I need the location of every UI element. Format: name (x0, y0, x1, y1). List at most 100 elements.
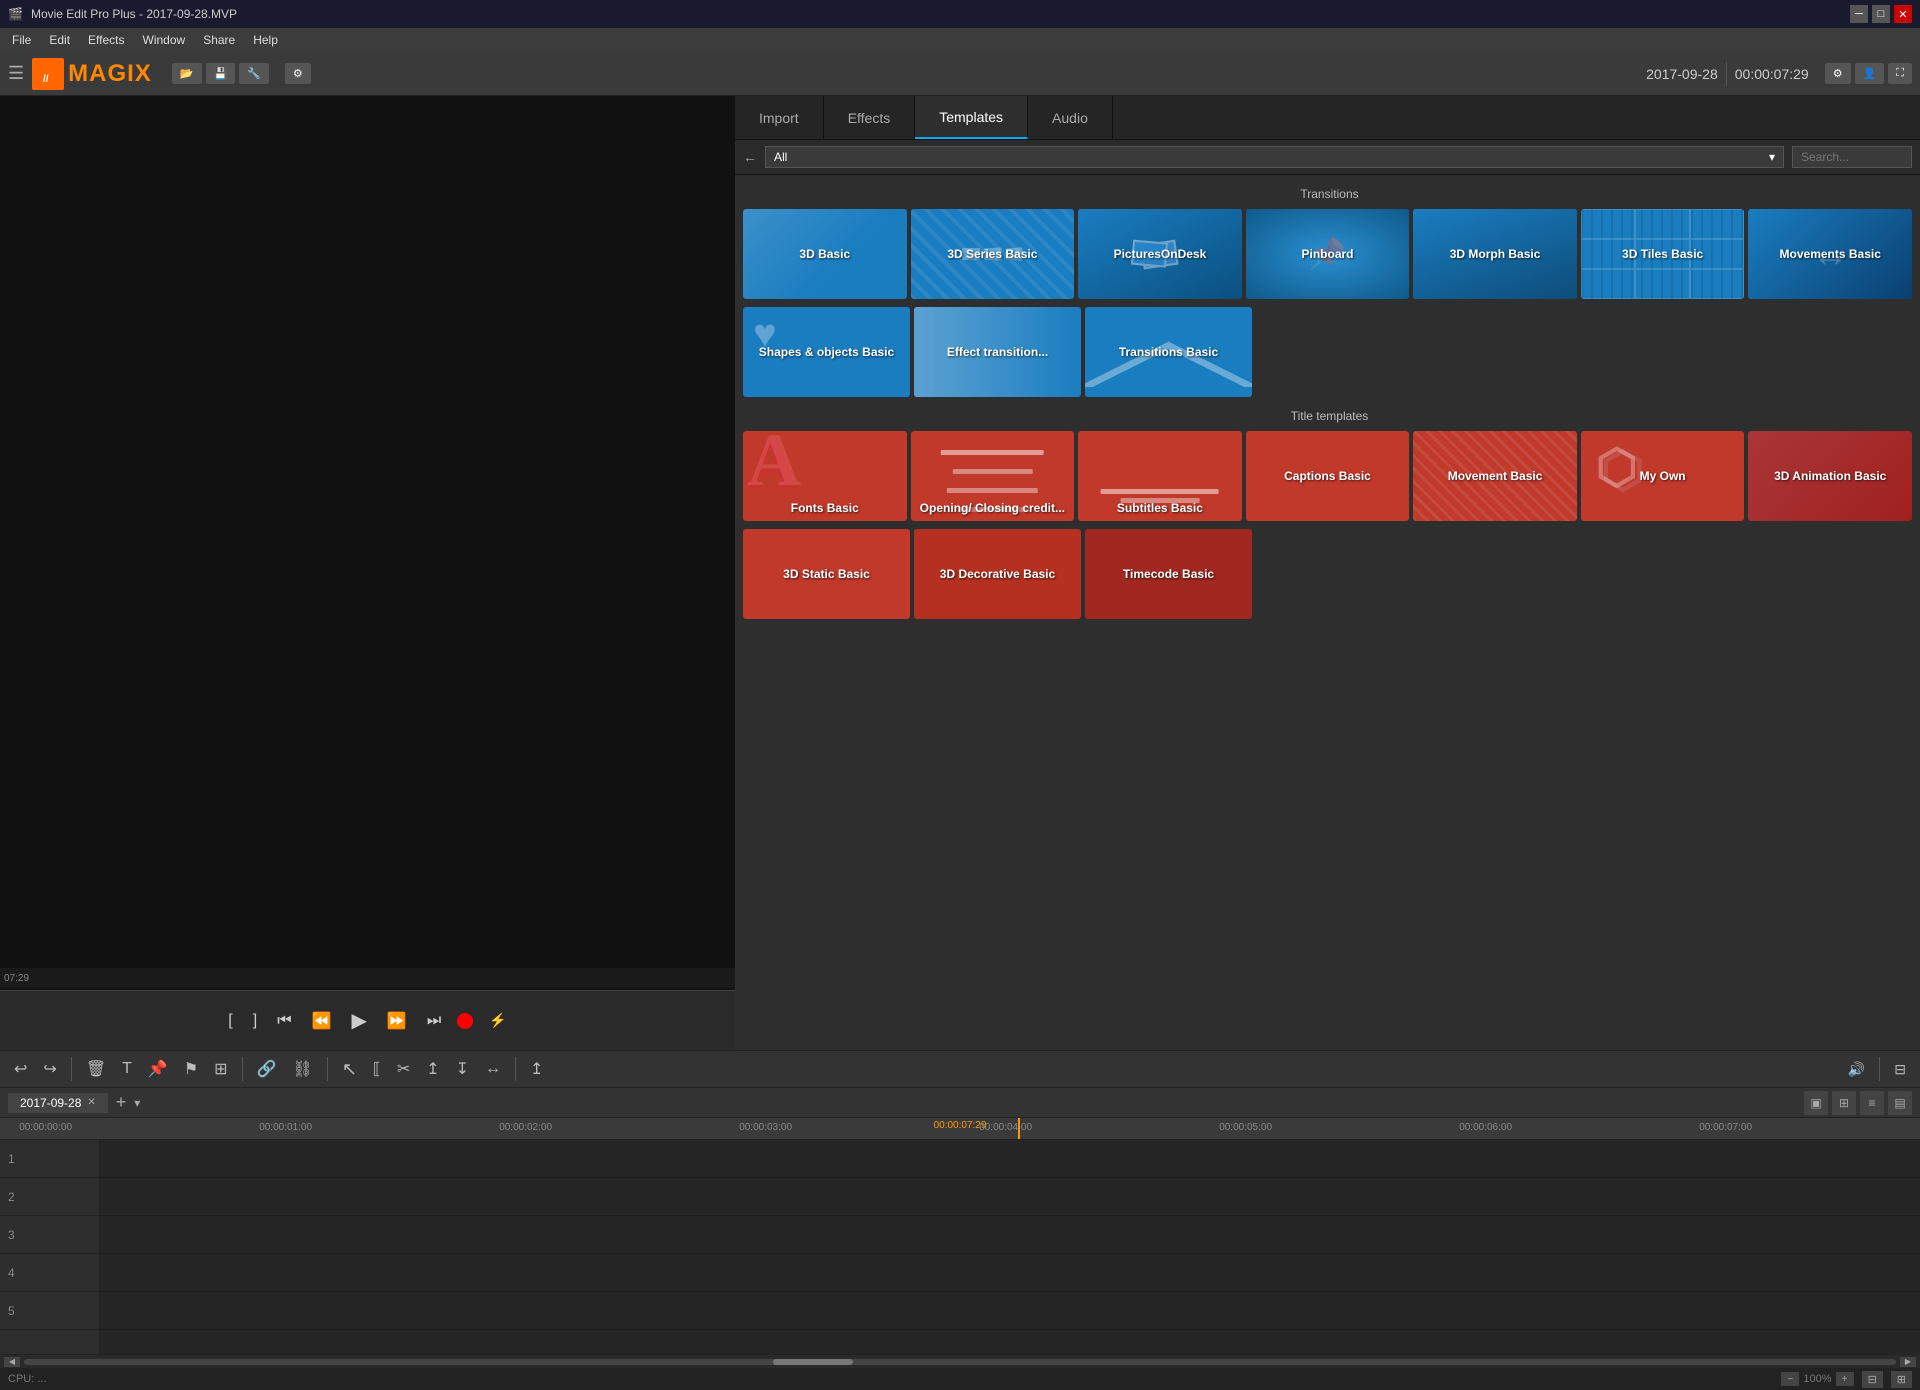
tile-3d-static-basic[interactable]: 3D Static Basic (743, 529, 910, 619)
menu-window[interactable]: Window (135, 31, 194, 49)
ctrl-play[interactable]: ▶ (348, 1004, 371, 1037)
tile-3d-basic[interactable]: 3D Basic (743, 209, 907, 299)
tile-picturesondesk[interactable]: PicturesOnDesk (1078, 209, 1242, 299)
timeline-project-tab[interactable]: 2017-09-28 ✕ (8, 1093, 108, 1113)
preview-controls: [ ] ⏮ ⏪ ▶ ⏩ ⏭ ⚡ (0, 990, 735, 1050)
menu-share[interactable]: Share (195, 31, 243, 49)
tile-3d-morph-basic[interactable]: 3D Morph Basic (1413, 209, 1577, 299)
ctrl-extra[interactable]: ⚡ (485, 1008, 510, 1033)
ruler-mark-4: 00:00:04:00 (979, 1122, 1032, 1133)
ctrl-step-back[interactable]: ⏪ (308, 1007, 336, 1035)
collapse-button[interactable]: ↧ (450, 1055, 475, 1083)
redo-button[interactable]: ↪ (37, 1055, 62, 1083)
pin-button[interactable]: 📌 (142, 1055, 174, 1083)
tab-effects[interactable]: Effects (824, 96, 916, 139)
menu-effects[interactable]: Effects (80, 31, 132, 49)
ctrl-next-scene[interactable]: ⏭ (423, 1008, 445, 1034)
toolbar-btn-2[interactable]: 💾 (206, 63, 236, 84)
timeline-scrollbar-area: ◀ ▶ (0, 1354, 1920, 1368)
menu-file[interactable]: File (4, 31, 39, 49)
tile-opening-closing[interactable]: Opening/ Closing credit... (911, 431, 1075, 521)
menu-edit[interactable]: Edit (41, 31, 78, 49)
stretch-button[interactable]: ↔ (479, 1056, 507, 1082)
scrollbar-thumb[interactable] (773, 1359, 853, 1365)
tab-templates[interactable]: Templates (915, 96, 1028, 139)
ruler-mark-5: 00:00:05:00 (1219, 1122, 1272, 1133)
filter-back-button[interactable]: ← (743, 149, 757, 165)
track-row-5 (100, 1292, 1920, 1330)
zoom-fit-button[interactable]: ⊟ (1862, 1371, 1883, 1388)
timeline-view-btn-4[interactable]: ▤ (1888, 1091, 1912, 1115)
timeline-tab-close[interactable]: ✕ (87, 1097, 95, 1108)
filter-dropdown[interactable]: All ▾ (765, 146, 1784, 168)
delete-button[interactable]: 🗑 (80, 1055, 112, 1083)
menu-toggle[interactable]: ☰ (8, 63, 24, 84)
tab-audio[interactable]: Audio (1028, 96, 1113, 139)
tile-captions-basic[interactable]: Captions Basic (1246, 431, 1410, 521)
timeline-view-btn-1[interactable]: ▣ (1804, 1091, 1828, 1115)
zoom-reset-button[interactable]: ⊞ (1891, 1371, 1912, 1388)
toolbar-user-btn[interactable]: 👤 (1855, 63, 1885, 84)
timeline-add-tab-button[interactable]: + (116, 1092, 127, 1113)
tile-fonts-basic[interactable]: A Fonts Basic (743, 431, 907, 521)
timeline-dropdown-button[interactable]: ▾ (134, 1096, 140, 1110)
timeline-view-btn-2[interactable]: ⊞ (1832, 1091, 1856, 1115)
trim-button[interactable]: ⟦ (367, 1055, 387, 1083)
flag-button[interactable]: ⚑ (178, 1055, 204, 1083)
track-labels: 1 2 3 4 5 (0, 1140, 100, 1354)
chevron-down-icon: ▾ (1769, 150, 1775, 164)
ctrl-mark-in[interactable]: [ (224, 1008, 236, 1034)
toolbar-expand-btn[interactable]: ⛶ (1888, 63, 1912, 84)
templates-area: Transitions 3D Basic 3D Series Basic (735, 175, 1920, 1050)
title-templates-grid-row1: A Fonts Basic Opening/ Closing credit... (743, 431, 1912, 521)
tile-3d-decorative-basic[interactable]: 3D Decorative Basic (914, 529, 1081, 619)
import-button[interactable]: ↥ (524, 1055, 549, 1083)
text-button[interactable]: T (116, 1056, 138, 1082)
grid-button[interactable]: ⊞ (208, 1055, 233, 1083)
record-button[interactable] (457, 1013, 473, 1029)
track-content[interactable] (100, 1140, 1920, 1354)
split-button[interactable]: ✂ (391, 1055, 416, 1083)
tile-effect-transition[interactable]: Effect transition... (914, 307, 1081, 397)
track-label-4: 4 (0, 1254, 99, 1292)
tile-subtitles-basic[interactable]: Subtitles Basic (1078, 431, 1242, 521)
timeline-scrollbar[interactable] (24, 1359, 1896, 1365)
tile-movement-basic[interactable]: Movement Basic (1413, 431, 1577, 521)
pointer-button[interactable]: ↖ (336, 1055, 363, 1084)
zoom-out-button[interactable]: − (1781, 1372, 1799, 1386)
tile-3d-animation-basic[interactable]: 3D Animation Basic (1748, 431, 1912, 521)
tile-movements-basic[interactable]: ↔ Movements Basic (1748, 209, 1912, 299)
tile-my-own[interactable]: ⬡ My Own (1581, 431, 1745, 521)
scroll-right-button[interactable]: ▶ (1900, 1357, 1916, 1367)
toolbar-btn-settings[interactable]: ⚙ (285, 63, 311, 84)
tile-transitions-basic[interactable]: Transitions Basic (1085, 307, 1252, 397)
tile-3d-tiles-basic[interactable]: 3D Tiles Basic (1581, 209, 1745, 299)
tile-3d-series-basic[interactable]: 3D Series Basic (911, 209, 1075, 299)
maximize-button[interactable]: □ (1872, 5, 1890, 23)
zoom-in-button[interactable]: + (1836, 1372, 1854, 1386)
ctrl-prev-scene[interactable]: ⏮ (273, 1008, 295, 1034)
menu-help[interactable]: Help (245, 31, 286, 49)
undo-button[interactable]: ↩ (8, 1055, 33, 1083)
tile-timecode-basic[interactable]: Timecode Basic (1085, 529, 1252, 619)
toolbar-btn-1[interactable]: 📂 (172, 63, 202, 84)
tab-import[interactable]: Import (735, 96, 824, 139)
scroll-left-button[interactable]: ◀ (4, 1357, 20, 1367)
minimize-button[interactable]: ─ (1850, 5, 1868, 23)
close-button[interactable]: ✕ (1894, 5, 1912, 23)
chain-button[interactable]: ⛓ (287, 1055, 319, 1083)
volume-button[interactable]: 🔊 (1842, 1057, 1871, 1082)
ctrl-step-fwd[interactable]: ⏩ (383, 1007, 411, 1035)
titlebar: 🎬 Movie Edit Pro Plus - 2017-09-28.MVP ─… (0, 0, 1920, 28)
layout-button[interactable]: ⊟ (1888, 1057, 1912, 1082)
toolbar-btn-3[interactable]: 🔧 (239, 63, 269, 84)
search-input[interactable] (1792, 146, 1912, 168)
preview-time-start: 07:29 (4, 973, 29, 984)
tile-shapes-objects-basic[interactable]: ♥ Shapes & objects Basic (743, 307, 910, 397)
tile-pinboard[interactable]: 📌 Pinboard (1246, 209, 1410, 299)
ctrl-mark-out[interactable]: ] (249, 1008, 261, 1034)
expand-button[interactable]: ↥ (420, 1055, 445, 1083)
timeline-view-btn-3[interactable]: ≡ (1860, 1091, 1884, 1115)
link-button[interactable]: 🔗 (251, 1055, 283, 1083)
toolbar-settings-btn[interactable]: ⚙ (1825, 63, 1851, 84)
